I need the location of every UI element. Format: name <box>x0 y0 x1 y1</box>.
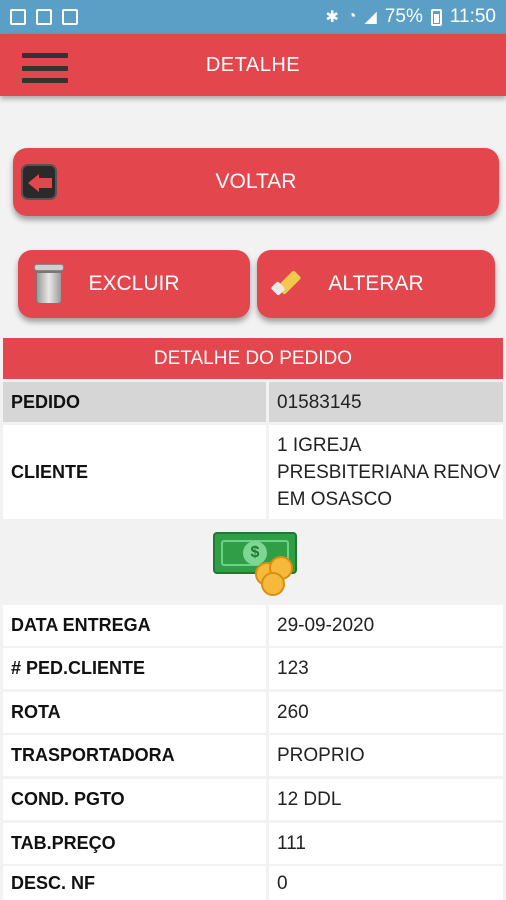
status-bar: ✱ ◔ ◢ 75% 11:50 <box>0 0 506 34</box>
row-value: 0 <box>269 866 503 900</box>
row-label: DATA ENTREGA <box>3 605 266 646</box>
row-value: PROPRIO <box>269 735 503 776</box>
menu-icon[interactable] <box>22 53 68 83</box>
row-value: 01583145 <box>269 382 503 422</box>
detail-row-pedido: PEDIDO 01583145 <box>3 382 503 422</box>
app-bar: DETALHE <box>0 34 506 96</box>
app-notification-icon <box>62 9 78 25</box>
payment-row: $ <box>3 521 503 602</box>
row-label: TAB.PREÇO <box>3 823 266 864</box>
trash-icon <box>32 264 66 304</box>
excluir-button[interactable]: EXCLUIR <box>18 250 250 318</box>
row-label: # PED.CLIENTE <box>3 648 266 689</box>
clock: 11:50 <box>449 6 496 27</box>
row-label: ROTA <box>3 692 266 733</box>
row-value: 123 <box>269 648 503 689</box>
detail-row-data-entrega: DATA ENTREGA 29-09-2020 <box>3 605 503 646</box>
page-title: DETALHE <box>205 53 301 76</box>
section-header: DETALHE DO PEDIDO <box>3 338 503 379</box>
signal-icon: ◢ <box>364 9 377 26</box>
voltar-button[interactable]: VOLTAR <box>13 148 499 216</box>
excluir-label: EXCLUIR <box>88 272 180 295</box>
detail-row-transportadora: TRASPORTADORA PROPRIO <box>3 735 503 776</box>
voltar-label: VOLTAR <box>215 170 297 193</box>
detail-row-cond-pgto: COND. PGTO 12 DDL <box>3 779 503 820</box>
battery-icon <box>430 8 442 26</box>
back-arrow-icon <box>21 164 57 200</box>
eraser-icon <box>270 268 302 298</box>
money-icon: $ <box>213 532 299 596</box>
alterar-label: ALTERAR <box>328 272 424 295</box>
bluetooth-icon: ✱ <box>325 9 339 26</box>
gallery-notification-icon <box>10 9 26 25</box>
row-label: TRASPORTADORA <box>3 735 266 776</box>
row-value: 111 <box>269 823 503 864</box>
row-label: CLIENTE <box>3 425 266 519</box>
row-value: 12 DDL <box>269 779 503 820</box>
detail-row-rota: ROTA 260 <box>3 692 503 733</box>
row-label: PEDIDO <box>3 382 266 422</box>
wifi-icon: ◔ <box>346 8 357 25</box>
row-label: DESC. NF <box>3 866 266 900</box>
row-value: 29-09-2020 <box>269 605 503 646</box>
battery-percent: 75% <box>384 6 423 27</box>
alterar-button[interactable]: ALTERAR <box>257 250 495 318</box>
row-value: 260 <box>269 692 503 733</box>
mail-notification-icon <box>36 9 52 25</box>
row-value: 1 IGREJA PRESBITERIANA RENOV EM OSASCO <box>269 425 503 519</box>
detail-row-cliente: CLIENTE 1 IGREJA PRESBITERIANA RENOV EM … <box>3 425 503 519</box>
detail-row-ped-cliente: # PED.CLIENTE 123 <box>3 648 503 689</box>
detail-row-desc-nf: DESC. NF 0 <box>3 866 503 900</box>
detail-row-tab-preco: TAB.PREÇO 111 <box>3 823 503 864</box>
row-label: COND. PGTO <box>3 779 266 820</box>
